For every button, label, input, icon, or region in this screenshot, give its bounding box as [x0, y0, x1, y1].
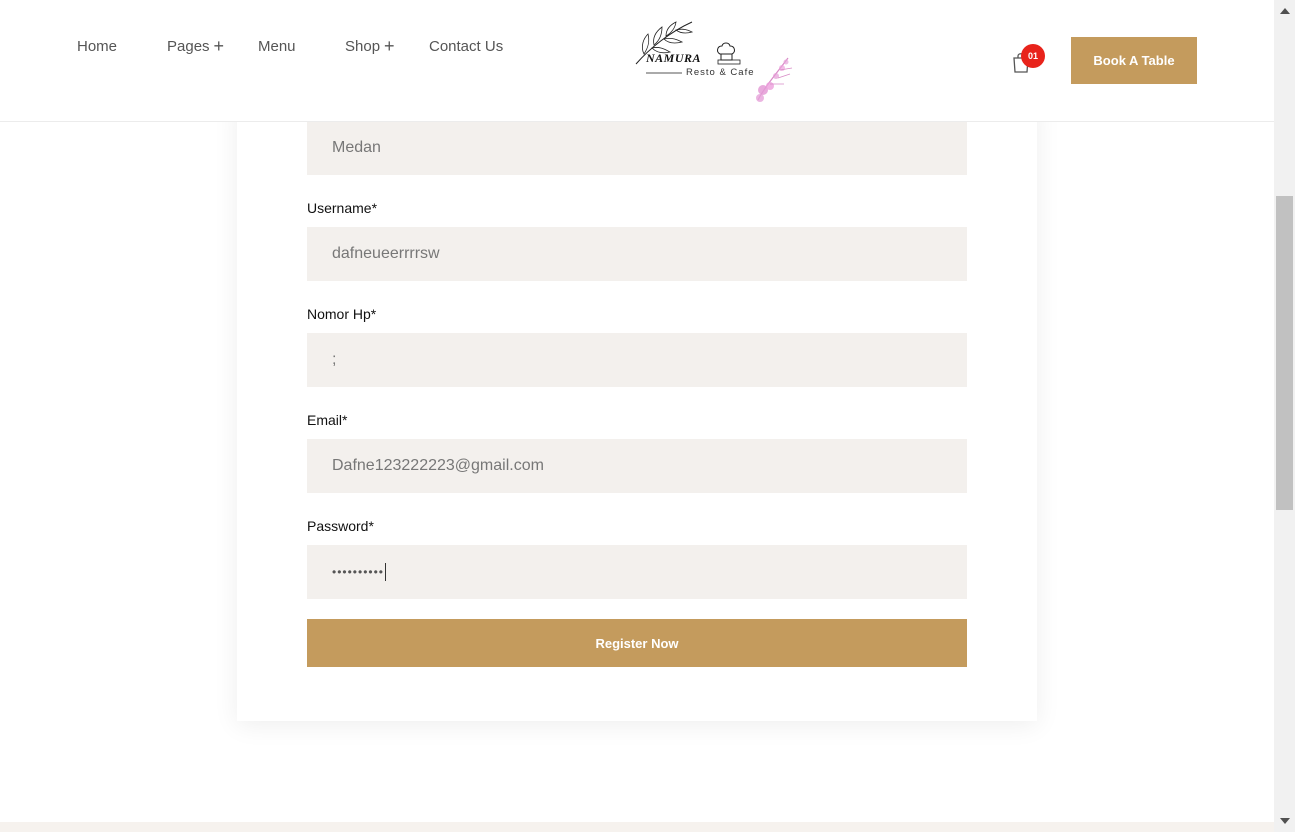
- password-input[interactable]: ••••••••••: [307, 545, 967, 599]
- plus-icon: +: [384, 36, 395, 56]
- email-input[interactable]: Dafne123222223@gmail.com: [307, 439, 967, 493]
- nav-home[interactable]: Home: [77, 38, 117, 55]
- book-table-button[interactable]: Book A Table: [1071, 37, 1197, 84]
- scroll-up-arrow-icon[interactable]: [1276, 4, 1293, 18]
- username-label: Username*: [307, 200, 378, 216]
- password-label: Password*: [307, 518, 374, 534]
- register-button[interactable]: Register Now: [307, 619, 967, 667]
- username-value: dafneueerrrrsw: [332, 245, 440, 262]
- site-header: Home Pages + Menu Shop + Contact Us NAMU…: [0, 0, 1274, 122]
- email-label: Email*: [307, 412, 348, 428]
- page: Home Pages + Menu Shop + Contact Us NAMU…: [0, 0, 1274, 832]
- plus-icon: +: [213, 36, 225, 56]
- nav-pages-label: Pages: [167, 38, 210, 55]
- city-field[interactable]: Medan: [307, 121, 967, 175]
- site-logo[interactable]: NAMURA Resto & Cafe: [630, 18, 795, 104]
- scroll-down-arrow-icon[interactable]: [1276, 814, 1293, 828]
- email-value: Dafne123222223@gmail.com: [332, 457, 544, 474]
- text-caret: [385, 563, 387, 581]
- nav-menu[interactable]: Menu: [258, 38, 296, 55]
- nav-menu-label: Menu: [258, 38, 296, 55]
- nav-shop[interactable]: Shop +: [345, 36, 395, 56]
- footer-edge: [0, 822, 1274, 832]
- nav-contact[interactable]: Contact Us: [429, 38, 503, 55]
- logo-tagline: Resto & Cafe: [686, 67, 755, 78]
- nav-contact-label: Contact Us: [429, 38, 504, 55]
- nav-pages[interactable]: Pages +: [167, 36, 225, 56]
- nav-shop-label: Shop: [345, 38, 381, 55]
- scrollbar-thumb[interactable]: [1276, 196, 1293, 510]
- nav-home-label: Home: [77, 38, 118, 55]
- phone-label: Nomor Hp*: [307, 306, 377, 322]
- password-masked-value: ••••••••••: [332, 565, 385, 579]
- phone-input[interactable]: ;: [307, 333, 967, 387]
- cart-count-badge: 01: [1021, 44, 1045, 68]
- phone-value: ;: [332, 351, 337, 368]
- username-input[interactable]: dafneueerrrrsw: [307, 227, 967, 281]
- logo-brand: NAMURA: [646, 51, 702, 65]
- city-value: Medan: [332, 139, 381, 156]
